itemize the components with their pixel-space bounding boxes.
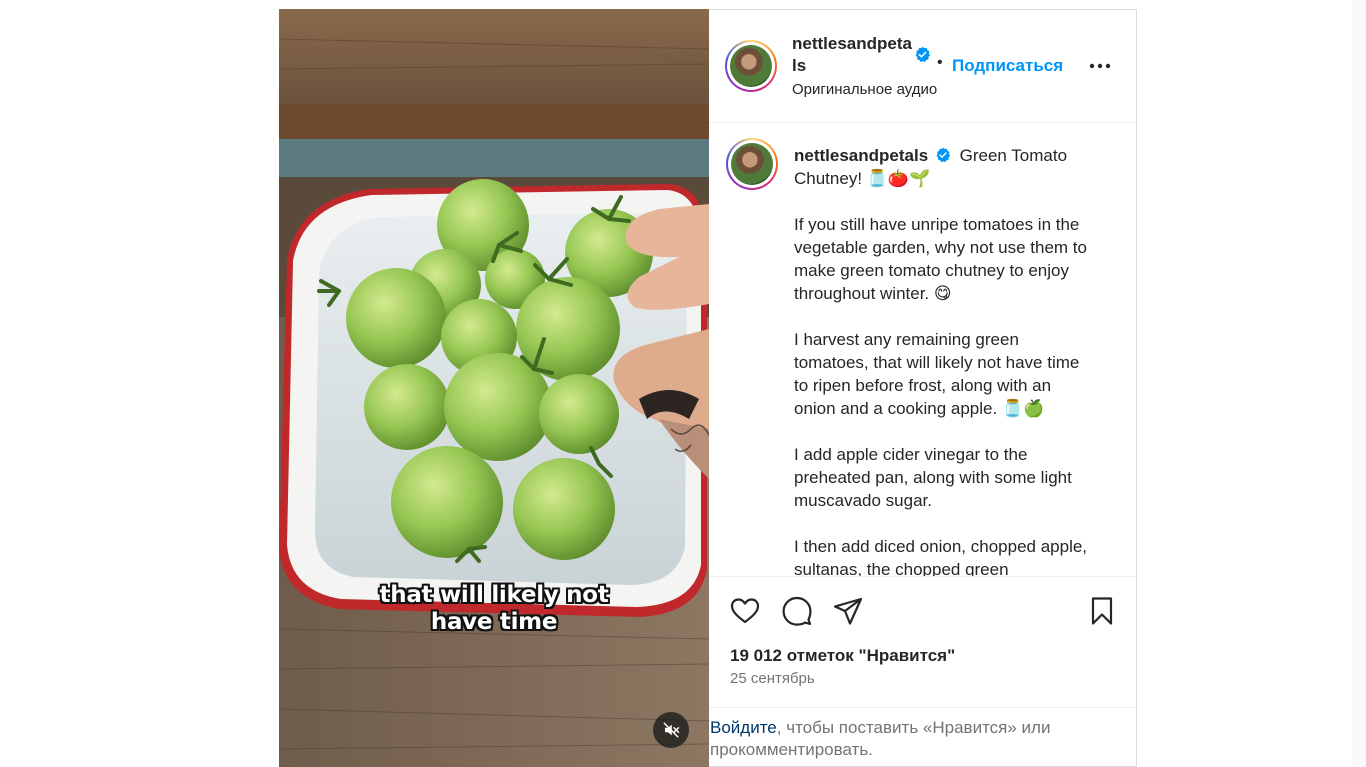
share-icon[interactable] [832,595,864,627]
separator-dot: • [937,54,943,71]
login-link[interactable]: Войдите [710,718,777,737]
verified-badge-icon [915,46,931,63]
avatar-photo [731,143,773,185]
post-date[interactable]: 25 сентябрь [730,670,815,687]
speaker-muted-icon [663,722,680,738]
caption-avatar[interactable] [726,138,778,190]
login-text: Войдите, чтобы поставить «Нравится» или … [710,717,1110,761]
more-options-icon[interactable] [1088,56,1112,76]
follow-button[interactable]: Подписаться [952,56,1063,76]
page-edge [1352,0,1366,767]
audio-label[interactable]: Оригинальное аудио [792,81,937,98]
video-caption-line-2: have time [430,609,558,635]
header-username[interactable]: nettlesandpetals [792,33,912,77]
post-header: nettlesandpetals • Подписаться Оригиналь… [709,10,1136,123]
verified-badge-icon [936,147,951,163]
caption-paragraph: I add apple cider vinegar to the preheat… [794,445,1072,510]
video-frame [279,9,709,767]
caption-username[interactable]: nettlesandpetals [794,146,928,165]
comments-area[interactable]: nettlesandpetals Green Tomato Chutney! 🫙… [709,124,1136,576]
avatar-photo [730,45,772,87]
bookmark-icon[interactable] [1086,595,1118,627]
avatar[interactable] [725,40,777,92]
heart-icon[interactable] [729,595,761,627]
mute-button[interactable] [653,712,689,748]
post-panel: nettlesandpetals • Подписаться Оригиналь… [709,9,1137,767]
video-caption-line-1: that will likely not [379,582,609,608]
comment-icon[interactable] [781,595,813,627]
caption-paragraph: I harvest any remaining green tomatoes, … [794,330,1080,418]
caption-paragraph: I then add diced onion, chopped apple, s… [794,537,1088,576]
likes-count[interactable]: 19 012 отметок "Нравится" [730,646,955,666]
video-player[interactable]: that will likely not have time [279,9,709,767]
login-prompt: Войдите, чтобы поставить «Нравится» или … [709,707,1136,767]
post-caption: nettlesandpetals Green Tomato Chutney! 🫙… [794,144,1094,576]
caption-paragraph: If you still have unripe tomatoes in the… [794,215,1087,303]
action-bar: 19 012 отметок "Нравится" 25 сентябрь [709,576,1136,707]
